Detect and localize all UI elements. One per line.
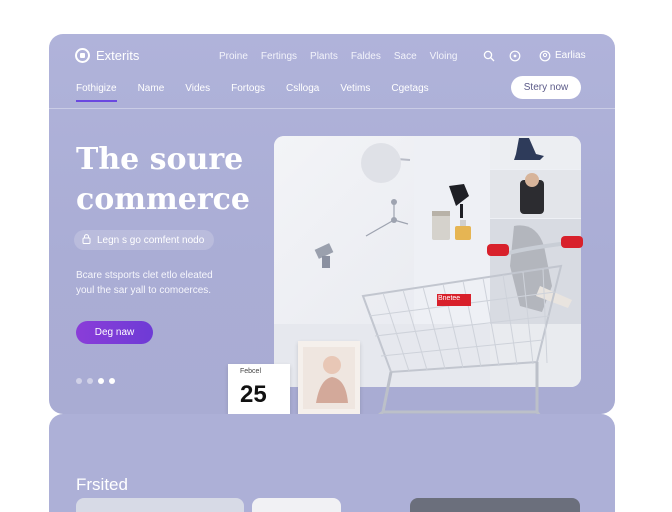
slide-dot[interactable]: [76, 378, 82, 384]
portrait-photo: [303, 347, 355, 409]
hero-cta-button[interactable]: Deg naw: [76, 321, 153, 344]
top-nav-link[interactable]: Fertings: [261, 51, 297, 62]
category-tab[interactable]: Cslloga: [286, 83, 319, 102]
featured-section: Frsited: [49, 414, 615, 512]
top-nav-link[interactable]: Vloing: [430, 51, 458, 62]
hero-description-line: youl the sar yall to comoerces.: [76, 285, 212, 296]
calendar-month: Febcel: [240, 368, 262, 375]
hero-title-line: The soure: [76, 142, 244, 177]
cart-tag-label: Bnetee: [438, 295, 461, 302]
slide-indicator: [76, 378, 115, 384]
slide-dot-active[interactable]: [98, 378, 104, 384]
hero-description-line: Bcare stsports clet etlo eleated: [76, 270, 213, 281]
slide-dot[interactable]: [109, 378, 115, 384]
calendar-day: 25: [240, 381, 267, 408]
store-button[interactable]: Stery now: [511, 76, 581, 99]
search-icon[interactable]: [482, 49, 495, 62]
featured-title: Frsited: [76, 475, 128, 494]
circle-icon[interactable]: [508, 49, 521, 62]
user-icon: [538, 49, 551, 62]
logo-icon: [75, 48, 90, 63]
account-label: Earlias: [555, 50, 586, 61]
hero-title: The soure commerce: [76, 140, 276, 220]
lock-icon: [82, 233, 91, 247]
photo-card: [298, 341, 360, 414]
category-tab[interactable]: Name: [138, 83, 165, 102]
hero-title-line: commerce: [76, 182, 251, 217]
header-actions: Earlias: [482, 49, 586, 62]
top-nav-link[interactable]: Plants: [310, 51, 338, 62]
featured-card[interactable]: [252, 498, 341, 512]
hero-chip-label: Legn s go comfent nodo: [97, 234, 205, 246]
account-link[interactable]: Earlias: [538, 49, 586, 62]
top-nav-link[interactable]: Proine: [219, 51, 248, 62]
hero-description: Bcare stsports clet etlo eleated youl th…: [76, 268, 256, 298]
brand-name: Exterits: [96, 48, 140, 63]
category-tab[interactable]: Cgetags: [391, 83, 428, 102]
featured-card[interactable]: [76, 498, 244, 512]
nav-divider: [49, 108, 615, 109]
hero-chip[interactable]: Legn s go comfent nodo: [74, 230, 215, 250]
top-nav-link[interactable]: Faldes: [351, 51, 381, 62]
category-tab[interactable]: Vides: [185, 83, 210, 102]
category-tab[interactable]: Vetims: [340, 83, 370, 102]
calendar-card: Febcel 25: [228, 364, 290, 414]
featured-card[interactable]: [410, 498, 580, 512]
category-tab[interactable]: Fortogs: [231, 83, 265, 102]
category-tab-active[interactable]: Fothigize: [76, 83, 117, 102]
brand-logo[interactable]: Exterits: [75, 48, 139, 63]
top-nav: Proine Fertings Plants Faldes Sace Vloin…: [219, 51, 457, 62]
top-nav-link[interactable]: Sace: [394, 51, 417, 62]
slide-dot[interactable]: [87, 378, 93, 384]
category-nav: Fothigize Name Vides Fortogs Cslloga Vet…: [76, 83, 429, 102]
